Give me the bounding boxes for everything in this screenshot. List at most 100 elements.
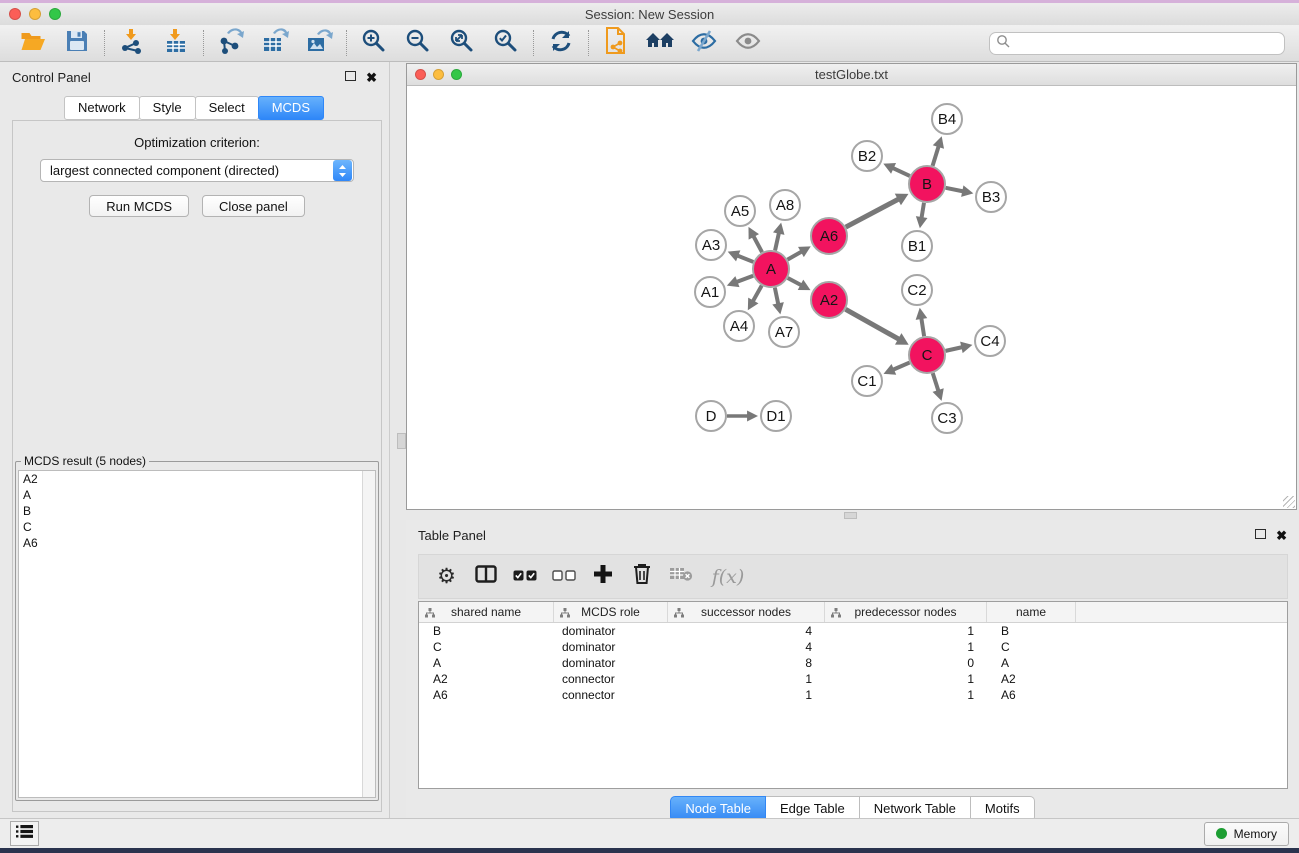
run-mcds-button[interactable]: Run MCDS [89, 195, 189, 217]
cell-predecessor-nodes[interactable]: 1 [825, 672, 987, 686]
edge-C-C1[interactable] [893, 363, 910, 370]
edge-A-A4[interactable] [753, 286, 762, 302]
deselect-all-columns-button[interactable] [544, 558, 583, 596]
cell-shared-name[interactable]: A6 [419, 688, 554, 702]
close-panel-button[interactable]: Close panel [202, 195, 305, 217]
home-view-button[interactable] [644, 28, 676, 58]
create-column-button[interactable] [583, 558, 622, 596]
cell-MCDS-role[interactable]: dominator [554, 624, 668, 638]
show-all-button[interactable] [732, 28, 764, 58]
edge-A2-C[interactable] [846, 309, 900, 339]
column-header-MCDS-role[interactable]: MCDS role [554, 602, 668, 622]
cell-name[interactable]: A [987, 656, 1076, 670]
network-canvas[interactable]: B4B2BB3A8A5A6B1A3AC2A1A2A4A7C4CC1DD1C3 [407, 86, 1296, 509]
cell-predecessor-nodes[interactable]: 1 [825, 688, 987, 702]
edge-B-B1[interactable] [922, 203, 924, 218]
cell-name[interactable]: B [987, 624, 1076, 638]
edge-A-A1[interactable] [736, 276, 753, 282]
cell-name[interactable]: A2 [987, 672, 1076, 686]
window-resize-grip[interactable] [1283, 496, 1295, 508]
close-table-panel-icon[interactable]: ✖ [1276, 529, 1287, 542]
close-window-button[interactable] [9, 8, 21, 20]
panel-menu-button[interactable] [10, 821, 39, 846]
table-row[interactable]: Adominator80A [419, 655, 1287, 671]
node-table[interactable]: shared nameMCDS rolesuccessor nodesprede… [418, 601, 1288, 789]
export-image-button[interactable] [303, 28, 335, 58]
float-panel-icon[interactable] [345, 68, 356, 86]
tab-network[interactable]: Network [64, 96, 140, 120]
result-item[interactable]: A6 [19, 535, 375, 551]
result-item[interactable]: A2 [19, 471, 375, 487]
cell-successor-nodes[interactable]: 8 [668, 656, 825, 670]
show-columns-button[interactable] [466, 558, 505, 596]
splitter-handle-vertical[interactable] [397, 433, 406, 449]
close-panel-icon[interactable]: ✖ [366, 71, 377, 84]
edge-B-B4[interactable] [933, 146, 939, 166]
cell-MCDS-role[interactable]: connector [554, 688, 668, 702]
edge-A-A7[interactable] [775, 288, 778, 305]
cell-predecessor-nodes[interactable]: 0 [825, 656, 987, 670]
network-from-file-button[interactable] [600, 28, 632, 58]
edge-C-C2[interactable] [921, 318, 924, 336]
table-row[interactable]: A6connector11A6 [419, 687, 1287, 703]
delete-table-button[interactable] [661, 558, 700, 596]
column-header-name[interactable]: name [987, 602, 1076, 622]
memory-button[interactable]: Memory [1204, 822, 1289, 846]
result-item[interactable]: B [19, 503, 375, 519]
network-close-button[interactable] [415, 69, 426, 80]
result-item[interactable]: A [19, 487, 375, 503]
cell-name[interactable]: A6 [987, 688, 1076, 702]
cell-predecessor-nodes[interactable]: 1 [825, 640, 987, 654]
open-session-button[interactable] [17, 28, 49, 58]
tab-mcds[interactable]: MCDS [258, 96, 324, 120]
tab-style[interactable]: Style [139, 96, 196, 120]
network-minimize-button[interactable] [433, 69, 444, 80]
column-header-shared-name[interactable]: shared name [419, 602, 554, 622]
search-field[interactable] [989, 32, 1285, 55]
cell-MCDS-role[interactable]: dominator [554, 640, 668, 654]
network-window-titlebar[interactable]: testGlobe.txt [407, 64, 1296, 86]
zoom-window-button[interactable] [49, 8, 61, 20]
column-header-predecessor-nodes[interactable]: predecessor nodes [825, 602, 987, 622]
result-item[interactable]: C [19, 519, 375, 535]
cell-successor-nodes[interactable]: 1 [668, 672, 825, 686]
edge-C-C3[interactable] [933, 373, 939, 391]
tab-select[interactable]: Select [195, 96, 259, 120]
hide-selected-button[interactable] [688, 28, 720, 58]
search-input[interactable] [1014, 36, 1278, 50]
cell-shared-name[interactable]: C [419, 640, 554, 654]
zoom-selected-button[interactable] [490, 28, 522, 58]
edge-A-A3[interactable] [737, 256, 753, 262]
edge-C-C4[interactable] [946, 347, 963, 351]
result-scrollbar[interactable] [362, 471, 375, 797]
cell-name[interactable]: C [987, 640, 1076, 654]
zoom-in-button[interactable] [358, 28, 390, 58]
cell-MCDS-role[interactable]: dominator [554, 656, 668, 670]
edge-B-B2[interactable] [893, 168, 910, 176]
cell-shared-name[interactable]: A [419, 656, 554, 670]
zoom-fit-button[interactable] [446, 28, 478, 58]
function-builder-button[interactable]: f(x) [700, 558, 756, 596]
splitter-handle-horizontal[interactable] [844, 512, 857, 519]
table-row[interactable]: Cdominator41C [419, 639, 1287, 655]
minimize-window-button[interactable] [29, 8, 41, 20]
cell-shared-name[interactable]: B [419, 624, 554, 638]
mcds-result-list[interactable]: A2ABCA6 [18, 470, 376, 798]
network-zoom-button[interactable] [451, 69, 462, 80]
table-row[interactable]: Bdominator41B [419, 623, 1287, 639]
table-row[interactable]: A2connector11A2 [419, 671, 1287, 687]
edge-A-A5[interactable] [753, 236, 762, 252]
delete-columns-button[interactable] [622, 558, 661, 596]
export-table-button[interactable] [259, 28, 291, 58]
import-network-button[interactable] [116, 28, 148, 58]
float-table-panel-icon[interactable] [1255, 526, 1266, 544]
edge-A-A6[interactable] [788, 251, 802, 259]
cell-predecessor-nodes[interactable]: 1 [825, 624, 987, 638]
export-network-button[interactable] [215, 28, 247, 58]
cell-successor-nodes[interactable]: 4 [668, 640, 825, 654]
edge-A-A2[interactable] [788, 278, 802, 285]
criterion-select[interactable]: largest connected component (directed) [40, 159, 354, 182]
edge-B-B3[interactable] [946, 188, 964, 192]
import-table-button[interactable] [160, 28, 192, 58]
column-header-successor-nodes[interactable]: successor nodes [668, 602, 825, 622]
